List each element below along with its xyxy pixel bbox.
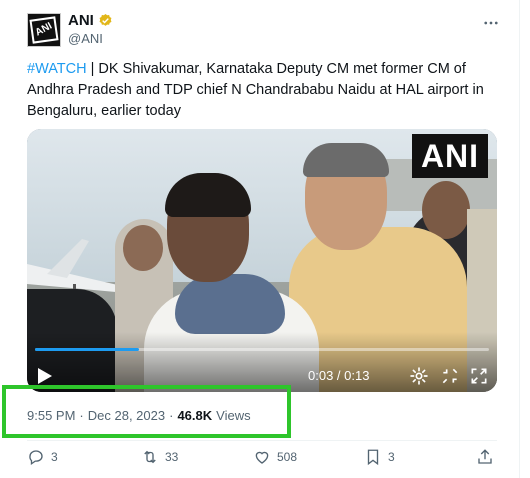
bookmark-count: 3 bbox=[388, 450, 395, 464]
fullscreen-icon[interactable] bbox=[469, 366, 489, 386]
reply-count: 3 bbox=[51, 450, 58, 464]
author-name[interactable]: ANI bbox=[68, 12, 94, 29]
share-button[interactable] bbox=[476, 448, 494, 466]
like-icon bbox=[255, 451, 269, 464]
author-handle[interactable]: @ANI bbox=[68, 31, 103, 46]
video-person-left-scarf bbox=[175, 274, 285, 334]
reply-button[interactable]: 3 bbox=[27, 448, 58, 466]
video-person-right-hair bbox=[303, 143, 389, 177]
video-bystander-head bbox=[123, 225, 163, 271]
like-count: 508 bbox=[277, 450, 298, 464]
highlight-box bbox=[2, 385, 291, 438]
video-progress-bar[interactable] bbox=[35, 348, 489, 351]
verified-badge-icon bbox=[99, 13, 112, 26]
repost-button[interactable]: 33 bbox=[141, 448, 178, 466]
avatar[interactable]: ANI bbox=[27, 13, 61, 47]
divider bbox=[27, 440, 497, 441]
like-button[interactable]: 508 bbox=[253, 448, 297, 466]
repost-icon bbox=[144, 450, 156, 464]
reply-icon bbox=[29, 450, 43, 466]
more-icon[interactable] bbox=[482, 14, 500, 32]
video-time: 0:03 / 0:13 bbox=[308, 368, 370, 383]
avatar-logo: ANI bbox=[29, 16, 59, 44]
tweet-body: | DK Shivakumar, Karnataka Deputy CM met… bbox=[27, 61, 484, 119]
repost-count: 33 bbox=[165, 450, 179, 464]
bookmark-button[interactable]: 3 bbox=[364, 448, 395, 466]
settings-icon[interactable] bbox=[409, 366, 429, 386]
bookmark-icon bbox=[367, 449, 379, 466]
video-progress-fill bbox=[35, 348, 140, 351]
tweet: ANI ANI @ANI #WATCH | DK Shivakumar, Kar… bbox=[0, 0, 520, 478]
action-bar: 3 33 508 3 bbox=[27, 448, 497, 470]
fullscreen-exit-icon[interactable] bbox=[440, 366, 460, 386]
tweet-text: #WATCH | DK Shivakumar, Karnataka Deputy… bbox=[27, 59, 497, 122]
hashtag-link[interactable]: #WATCH bbox=[27, 61, 87, 77]
video-watermark: ANI bbox=[412, 134, 488, 178]
video-player[interactable]: ANI 0:03 / 0:13 bbox=[27, 129, 497, 392]
share-icon bbox=[478, 449, 492, 464]
play-icon[interactable] bbox=[37, 367, 53, 385]
author-row: ANI bbox=[68, 12, 113, 29]
